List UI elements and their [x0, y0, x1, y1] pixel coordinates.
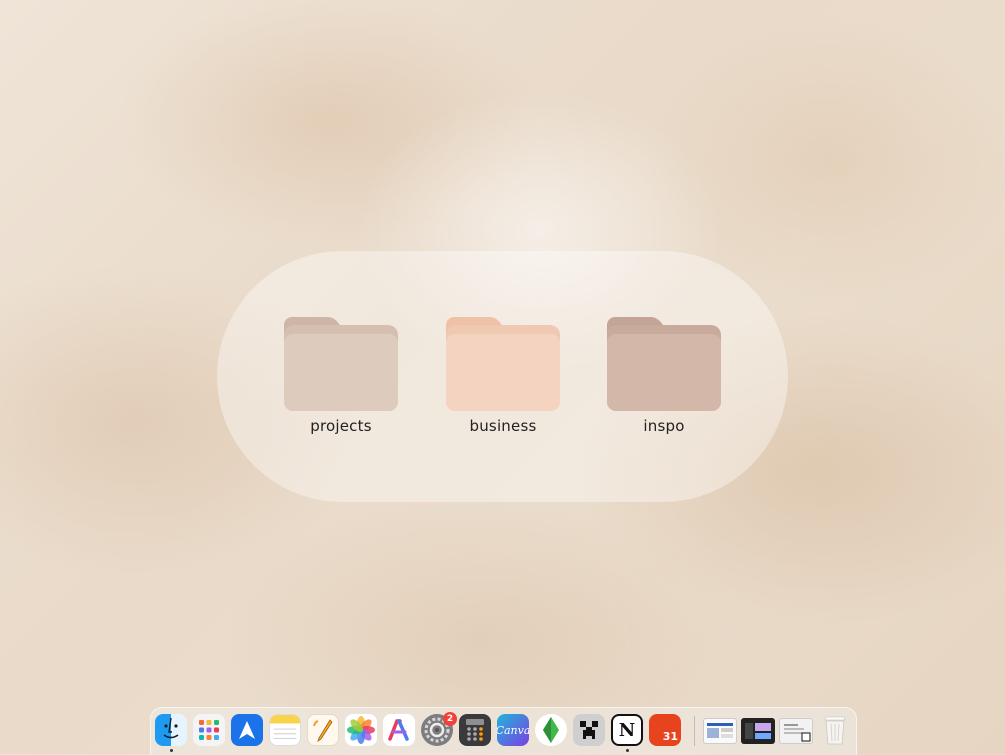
- creeper-icon[interactable]: [573, 714, 605, 746]
- folder-projects[interactable]: projects: [279, 317, 403, 435]
- notion-icon[interactable]: N: [611, 714, 643, 746]
- dock-divider: [694, 716, 695, 746]
- plumbob-icon[interactable]: [535, 714, 567, 746]
- canva-icon[interactable]: Canva: [497, 714, 529, 746]
- finder-running-indicator: [170, 749, 173, 752]
- launchpad-icon[interactable]: [193, 714, 225, 746]
- folder-icon: [284, 317, 398, 411]
- notes-icon[interactable]: [269, 714, 301, 746]
- window-thumbnail-3[interactable]: [779, 718, 813, 744]
- paper-plane-icon[interactable]: [231, 714, 263, 746]
- folder-label: projects: [310, 417, 372, 435]
- window-thumbnail-1[interactable]: [703, 718, 737, 744]
- notification-badge: 2: [443, 712, 457, 726]
- folder-icon: [446, 317, 560, 411]
- folder-label: business: [469, 417, 537, 435]
- folder-icon: [607, 317, 721, 411]
- notion-running-indicator: [626, 749, 629, 752]
- dock: 2 Canva N 31: [150, 707, 857, 755]
- window-thumbnail-2[interactable]: [741, 718, 775, 744]
- trash-icon[interactable]: [819, 714, 851, 746]
- calendar-icon[interactable]: 31: [649, 714, 681, 746]
- calculator-icon[interactable]: [459, 714, 491, 746]
- pen-icon[interactable]: [307, 714, 339, 746]
- folder-inspo[interactable]: inspo: [602, 317, 726, 435]
- folder-label: inspo: [643, 417, 685, 435]
- canva-label: Canva: [497, 723, 529, 737]
- photos-flower-icon[interactable]: [345, 714, 377, 746]
- notion-label: N: [618, 719, 636, 741]
- finder-icon[interactable]: [155, 714, 187, 746]
- calendar-date: 31: [662, 730, 678, 743]
- folder-business[interactable]: business: [441, 317, 565, 435]
- colorful-a-icon[interactable]: [383, 714, 415, 746]
- folder-widget: projects business inspo: [217, 251, 788, 502]
